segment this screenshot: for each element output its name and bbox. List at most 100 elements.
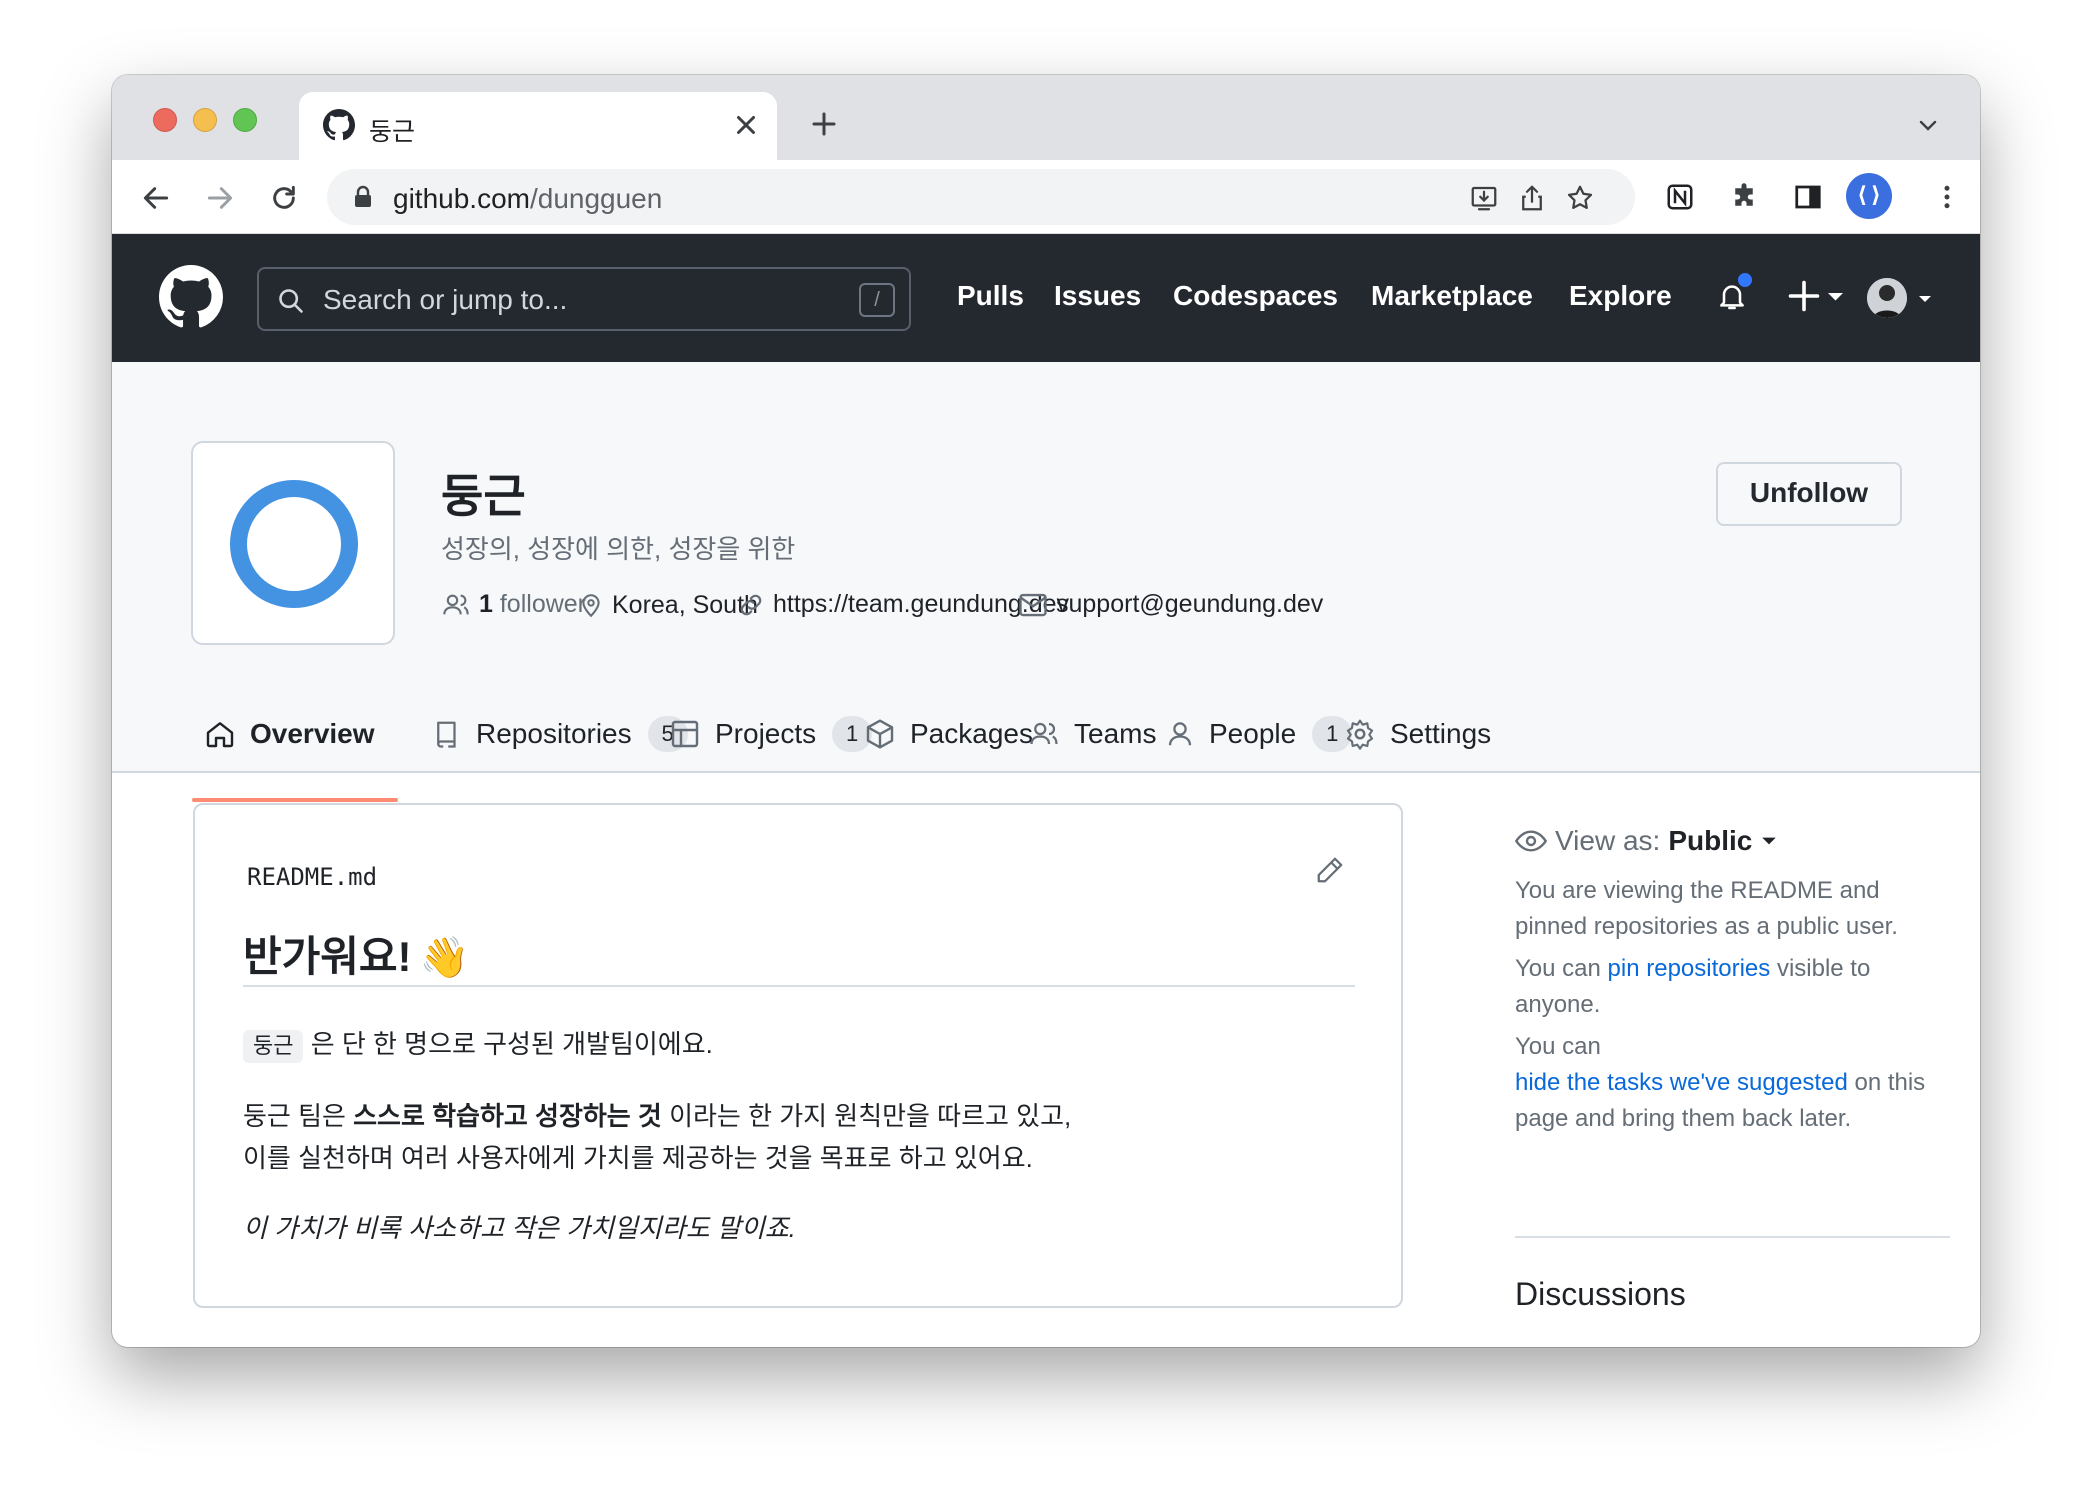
search-shortcut-key: / [859, 283, 895, 317]
readme-bold-phrase: 스스로 학습하고 성장하는 것 [353, 1101, 662, 1131]
nav-explore[interactable]: Explore [1569, 280, 1672, 312]
tab-label: People [1209, 718, 1297, 749]
home-icon [206, 722, 234, 748]
sidebar-info-tasks: You can hide the tasks we've suggested on… [1515, 1029, 1955, 1137]
tab-label: Projects [715, 718, 817, 749]
repo-icon [437, 721, 456, 748]
sidebar-info-public: You are viewing the README and pinned re… [1515, 877, 1898, 940]
tab-repositories[interactable]: Repositories 5 [432, 697, 688, 771]
tab-label: Settings [1390, 718, 1492, 749]
browser-tab-active[interactable]: 둥근 [299, 92, 777, 160]
profile-avatar-icon[interactable]: ⟨⟩ [1846, 173, 1892, 219]
browser-toolbar: github.com/dungguen ⟨⟩ [112, 160, 1980, 234]
bookmark-star-icon[interactable] [1565, 183, 1595, 213]
nav-pulls[interactable]: Pulls [957, 280, 1024, 312]
readme-italic-line: 이 가치가 비록 사소하고 작은 가치일지라도 말이죠. [243, 1213, 796, 1243]
hide-tasks-link[interactable]: hide the tasks we've suggested [1515, 1069, 1848, 1096]
tab-projects[interactable]: Projects 1 [669, 697, 873, 771]
followers-link[interactable]: 1 follower [441, 590, 586, 619]
tab-label: Repositories [476, 718, 632, 749]
back-arrow-icon[interactable] [140, 182, 172, 214]
unfollow-button[interactable]: Unfollow [1716, 462, 1902, 526]
close-tab-icon[interactable] [731, 110, 761, 140]
profile-tabs: Overview Repositories 5 Projects 1 Packa… [112, 697, 1980, 773]
people-icon [443, 594, 469, 614]
sidebar-tasks-pre: You can [1515, 1033, 1601, 1060]
readme-line-3: 이를 실천하며 여러 사용자에게 가치를 제공하는 것을 목표로 하고 있어요. [243, 1143, 1033, 1173]
url-text[interactable]: github.com/dungguen [393, 183, 662, 215]
location-pin-icon [582, 594, 600, 618]
github-logo-icon[interactable] [159, 265, 223, 329]
tab-settings[interactable]: Settings [1344, 697, 1491, 771]
install-app-icon[interactable] [1469, 183, 1499, 213]
search-icon [277, 287, 305, 315]
edit-pencil-icon[interactable] [1315, 855, 1345, 885]
reload-icon[interactable] [268, 182, 300, 214]
email-text: support@geundung.dev [1056, 590, 1324, 618]
email-link[interactable]: support@geundung.dev [1018, 590, 1323, 619]
readme-line-1-text: 은 단 한 명으로 구성된 개발팀이에요. [310, 1029, 713, 1059]
tab-label: Overview [250, 718, 375, 749]
url-path: /dungguen [529, 183, 663, 214]
person-icon [1168, 722, 1192, 746]
share-icon[interactable] [1517, 183, 1547, 213]
address-bar[interactable]: github.com/dungguen [327, 169, 1635, 225]
org-description: 성장의, 성장에 의한, 성장을 위한 [441, 534, 796, 564]
search-input[interactable]: Search or jump to... / [257, 267, 911, 331]
create-new-plus-icon[interactable] [1784, 278, 1848, 314]
org-name: 둥근 [441, 470, 526, 522]
new-tab-icon[interactable] [809, 109, 839, 139]
view-as-value: Public [1668, 825, 1753, 856]
browser-menu-icon[interactable] [1932, 182, 1962, 212]
tab-teams[interactable]: Teams [1028, 697, 1156, 771]
readme-line-2: 둥근 팀은 스스로 학습하고 성장하는 것 이라는 한 가지 원칙만을 따르고 … [243, 1095, 1071, 1137]
tab-people[interactable]: People 1 [1165, 697, 1353, 771]
discussions-heading: Discussions [1515, 1276, 1686, 1312]
url-domain: github.com [393, 183, 530, 214]
lock-icon[interactable] [353, 185, 373, 209]
readme-line-2-post: 이라는 한 가지 원칙만을 따르고 있고, [661, 1101, 1072, 1131]
extensions-puzzle-icon[interactable] [1729, 182, 1759, 212]
avatar [1867, 278, 1907, 318]
tab-strip: 둥근 [112, 75, 1980, 160]
github-favicon-icon [323, 109, 355, 141]
tab-packages[interactable]: Packages [864, 697, 1033, 771]
pin-repositories-link[interactable]: pin repositories [1608, 955, 1771, 982]
tab-title: 둥근 [369, 118, 416, 146]
search-placeholder: Search or jump to... [323, 284, 568, 315]
readme-heading-text: 반가워요! [243, 933, 412, 980]
sidebar-pin-pre: You can [1515, 955, 1608, 982]
sidebar-divider [1515, 1236, 1950, 1238]
notifications-bell-icon[interactable] [1716, 271, 1754, 313]
readme-line-1: 둥근 은 단 한 명으로 구성된 개발팀이에요. [243, 1023, 713, 1068]
nav-marketplace[interactable]: Marketplace [1371, 280, 1533, 312]
org-avatar-ring [230, 480, 358, 608]
close-window-button[interactable] [153, 108, 177, 132]
view-as-selector[interactable]: View as: Public [1515, 825, 1778, 857]
eye-icon [1515, 830, 1547, 852]
mail-icon [1019, 593, 1047, 616]
nav-issues[interactable]: Issues [1054, 280, 1141, 312]
inline-code: 둥근 [243, 1030, 304, 1063]
notification-dot [1736, 271, 1754, 289]
readme-filename[interactable]: README.md [247, 863, 377, 891]
side-panel-icon[interactable] [1793, 182, 1823, 212]
tab-search-chevron-icon[interactable] [1916, 113, 1940, 137]
view-as-label: View as: [1555, 825, 1661, 856]
link-icon [740, 594, 762, 615]
tab-overview[interactable]: Overview [204, 697, 375, 771]
chevron-down-icon [1762, 837, 1777, 845]
readme-line-2-pre: 둥근 팀은 [243, 1101, 354, 1131]
forward-arrow-icon[interactable] [204, 182, 236, 214]
gear-icon [1346, 719, 1374, 750]
github-header: Search or jump to... / Pulls Issues Code… [112, 234, 1980, 362]
followers-label: follower [499, 590, 587, 618]
maximize-window-button[interactable] [233, 108, 257, 132]
nav-codespaces[interactable]: Codespaces [1173, 280, 1338, 312]
active-tab-underline [192, 798, 398, 802]
readme-line-4: 이 가치가 비록 사소하고 작은 가치일지라도 말이죠. [243, 1207, 796, 1249]
minimize-window-button[interactable] [193, 108, 217, 132]
people-icon [1030, 722, 1058, 745]
notion-extension-icon[interactable] [1665, 182, 1695, 212]
tab-label: Teams [1074, 718, 1157, 749]
